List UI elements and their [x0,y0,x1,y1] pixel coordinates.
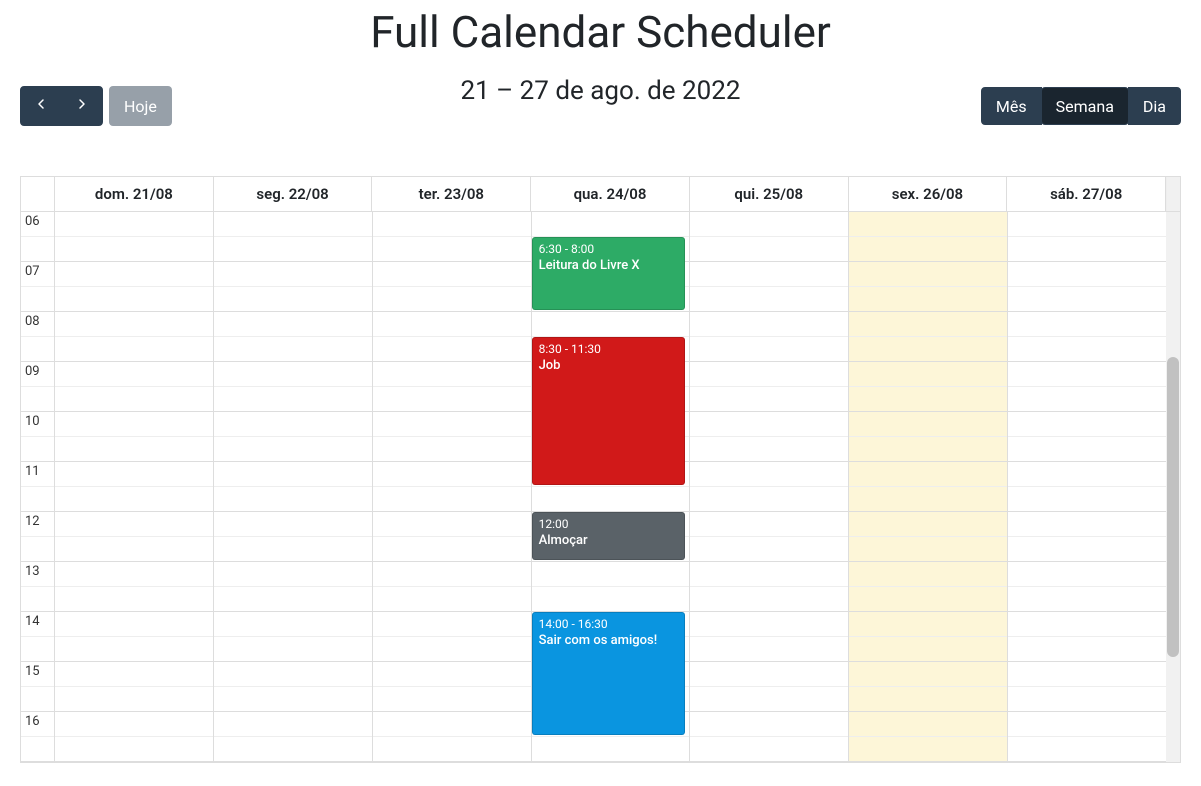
prev-next-group [20,86,103,126]
day-header-mon[interactable]: seg. 22/08 [214,177,373,211]
time-label-13: 13 [21,562,54,579]
day-header-tue[interactable]: ter. 23/08 [372,177,531,211]
day-col-sat[interactable] [1008,212,1166,762]
day-col-tue[interactable] [373,212,532,762]
chevron-left-icon [35,96,47,116]
view-month-button[interactable]: Mês [981,87,1042,125]
prev-button[interactable] [20,86,62,126]
toolbar: 21 – 27 de ago. de 2022 Hoje Mês S [20,76,1181,136]
scrollbar-spacer [1166,177,1180,211]
event-3[interactable]: 14:00 - 16:30Sair com os amigos! [532,612,686,735]
calendar: dom. 21/08seg. 22/08ter. 23/08qua. 24/08… [20,176,1181,763]
time-axis: 06 07 08 09 10 11 12 13 14 15 16 [21,212,55,762]
event-title: Sair com os amigos! [539,633,658,648]
event-time: 12:00 [539,516,679,532]
page-title: Full Calendar Scheduler [20,6,1181,58]
toolbar-right: Mês Semana Dia [981,87,1181,125]
time-label-15: 15 [21,662,54,679]
view-week-button[interactable]: Semana [1041,87,1129,125]
event-time: 8:30 - 11:30 [539,341,679,357]
event-title: Job [539,358,561,373]
scrollbar-track[interactable] [1166,212,1180,762]
time-label-16: 16 [21,712,54,729]
view-switch: Mês Semana Dia [981,87,1181,125]
day-header-sat[interactable]: sáb. 27/08 [1007,177,1166,211]
time-label-09: 09 [21,362,54,379]
day-header-fri[interactable]: sex. 26/08 [849,177,1008,211]
event-0[interactable]: 6:30 - 8:00Leitura do Livre X [532,237,686,310]
calendar-body: 06 07 08 09 10 11 12 13 14 15 16 6:30 - 8:00Leitur… [20,211,1181,763]
event-time: 6:30 - 8:00 [539,241,679,257]
today-button[interactable]: Hoje [109,86,172,126]
calendar-grid[interactable]: 6:30 - 8:00Leitura do Livre X 8:30 - 11:3… [55,212,1166,762]
time-label-10: 10 [21,412,54,429]
time-label-11: 11 [21,462,54,479]
next-button[interactable] [61,86,103,126]
day-col-mon[interactable] [214,212,373,762]
time-label-12: 12 [21,512,54,529]
chevron-right-icon [76,96,88,116]
time-label-14: 14 [21,612,54,629]
event-title: Leitura do Livre X [539,258,640,273]
day-col-wed[interactable]: 6:30 - 8:00Leitura do Livre X 8:30 - 11:3… [532,212,691,762]
calendar-header-row: dom. 21/08seg. 22/08ter. 23/08qua. 24/08… [20,176,1181,211]
day-header-sun[interactable]: dom. 21/08 [55,177,214,211]
event-title: Almoçar [539,533,588,548]
time-axis-spacer [21,177,55,211]
scrollbar-thumb[interactable] [1167,357,1179,657]
day-col-sun[interactable] [55,212,214,762]
event-2[interactable]: 12:00Almoçar [532,512,686,560]
toolbar-left: Hoje [20,86,172,126]
time-label-07: 07 [21,262,54,279]
day-col-fri[interactable] [849,212,1008,762]
time-label-06: 06 [21,212,54,229]
day-col-thu[interactable] [690,212,849,762]
day-header-thu[interactable]: qui. 25/08 [690,177,849,211]
time-label-08: 08 [21,312,54,329]
event-time: 14:00 - 16:30 [539,616,679,632]
event-1[interactable]: 8:30 - 11:30Job [532,337,686,485]
day-header-wed[interactable]: qua. 24/08 [531,177,690,211]
view-day-button[interactable]: Dia [1128,87,1181,125]
